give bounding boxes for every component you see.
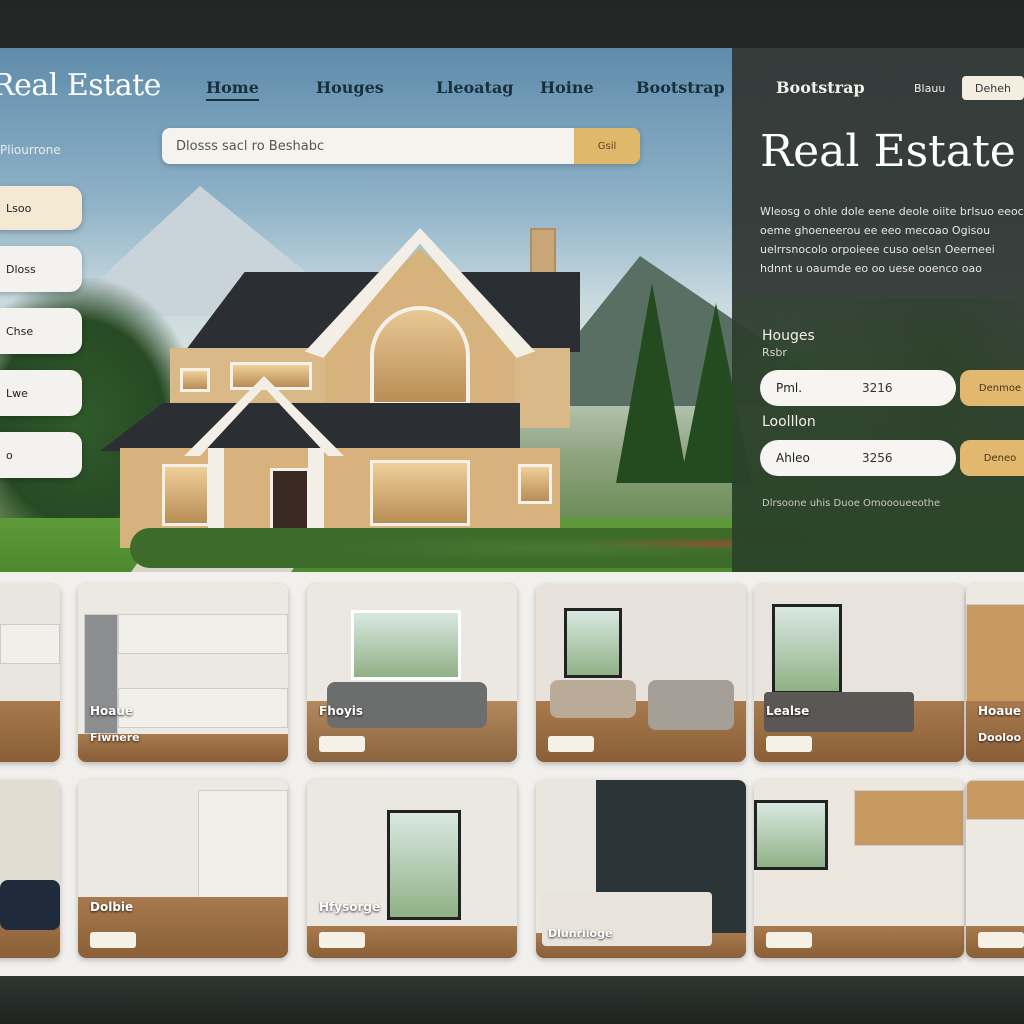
top-navbar: Real Estate Home Houges Lleoatag Hoine B… [0, 48, 1024, 128]
card-cabinet [854, 790, 964, 846]
search-button[interactable]: Gsil [574, 128, 640, 164]
card-window [351, 610, 461, 680]
houses-label: Houges [762, 328, 815, 344]
hero-tree [616, 283, 688, 483]
card-tag [766, 932, 812, 948]
card-door-window [387, 810, 461, 920]
nav-home[interactable]: Home [206, 78, 259, 101]
nav-panel-bootstrap[interactable]: Bootstrap [776, 78, 865, 97]
card-sofa [648, 680, 734, 730]
house-bushes [130, 528, 810, 568]
card-cabinet [118, 614, 288, 654]
house-window [180, 368, 210, 392]
area-field-value: 3256 [862, 451, 893, 465]
card-title: Hoaue [90, 704, 134, 718]
hero-section: Real Estate Wleosg o ohle dole eene deol… [0, 48, 1024, 572]
listing-card[interactable]: Hoaue Dooloo [966, 584, 1024, 762]
house-window [162, 464, 210, 526]
house-window [370, 460, 470, 526]
monitor-bottom [0, 976, 1024, 1024]
price-field[interactable]: Pml. 3216 [760, 370, 956, 406]
price-field-label: Pml. [776, 381, 803, 395]
card-subtitle: Dooloo [978, 731, 1022, 744]
search-input[interactable] [162, 128, 574, 164]
price-field-value: 3216 [862, 381, 893, 395]
card-cabinet [198, 790, 288, 910]
breadcrumb: Pliourrone [0, 143, 61, 157]
card-subtitle: Dlunriioge [548, 927, 613, 940]
area-submit-button[interactable]: Deneo [960, 440, 1024, 476]
card-title: Lealse [766, 704, 810, 718]
listing-card[interactable]: Dlunriioge [536, 780, 746, 958]
house-arch-window [370, 306, 470, 406]
listing-card[interactable]: Dolbie [78, 780, 288, 958]
listing-card[interactable]: Hfysorge [307, 780, 517, 958]
listing-card[interactable]: Fhoyis [307, 584, 517, 762]
listing-card[interactable] [0, 584, 60, 762]
filter-pill[interactable]: Dloss [0, 246, 82, 292]
listing-card[interactable]: Hoaue Fiwnere [78, 584, 288, 762]
filter-pill-featured[interactable]: Lsoo [0, 186, 82, 230]
card-tag [766, 736, 812, 752]
card-window [754, 800, 828, 870]
nav-homes[interactable]: Hoine [540, 78, 594, 97]
card-title: Hoaue [978, 704, 1022, 718]
panel-footer-text: Dlrsoone uhis Duoe Omoooueeothe [762, 498, 941, 509]
filter-pill[interactable]: o [0, 432, 82, 478]
nav-houses[interactable]: Houges [316, 78, 384, 97]
browser-screen: Real Estate Wleosg o ohle dole eene deol… [0, 48, 1024, 976]
listing-card[interactable] [754, 780, 964, 958]
card-tag [319, 736, 365, 752]
panel-title: Real Estate [760, 126, 1016, 177]
listing-card[interactable] [0, 780, 60, 958]
nav-login-button[interactable]: Deheh [962, 76, 1024, 100]
nav-locations[interactable]: Lleoatag [436, 78, 514, 97]
card-counter [118, 688, 288, 728]
area-field-label: Ahleo [776, 451, 810, 465]
site-logo[interactable]: Real Estate [0, 68, 161, 103]
location-label: Loolllon [762, 414, 816, 430]
search-bar: Gsil [162, 128, 640, 164]
card-cabinet [0, 624, 60, 664]
house-window [518, 464, 552, 504]
card-tag [978, 932, 1024, 948]
card-title: Fhoyis [319, 704, 364, 718]
card-chairs [0, 880, 60, 930]
card-window [564, 608, 622, 678]
card-tag [548, 736, 594, 752]
panel-description: Wleosg o ohle dole eene deole oiite brls… [760, 205, 1024, 275]
card-tag [90, 932, 136, 948]
filter-pill[interactable]: Lwe [0, 370, 82, 416]
nav-bootstrap[interactable]: Bootstrap [636, 78, 725, 97]
houses-sub-label: Rsbr [762, 346, 787, 359]
card-floor [0, 701, 60, 762]
card-tag [319, 932, 365, 948]
hero-house-image [100, 228, 810, 568]
card-window [772, 604, 842, 694]
card-cabinet [966, 780, 1024, 820]
card-subtitle: Fiwnere [90, 731, 140, 744]
area-field[interactable]: Ahleo 3256 [760, 440, 956, 476]
listing-card[interactable] [536, 584, 746, 762]
price-submit-button[interactable]: Denmoe [960, 370, 1024, 406]
card-sofa [550, 680, 636, 718]
listing-card[interactable]: Lealse [754, 584, 964, 762]
listing-card[interactable] [966, 780, 1024, 958]
listing-grid: Hoaue Fiwnere Fhoyis Lealse Hoaue Dooloo… [0, 584, 1024, 976]
nav-blog[interactable]: Blauu [914, 82, 945, 95]
filter-pill[interactable]: Chse [0, 308, 82, 354]
card-title: Dolbie [90, 900, 134, 914]
card-title: Hfysorge [319, 900, 381, 914]
